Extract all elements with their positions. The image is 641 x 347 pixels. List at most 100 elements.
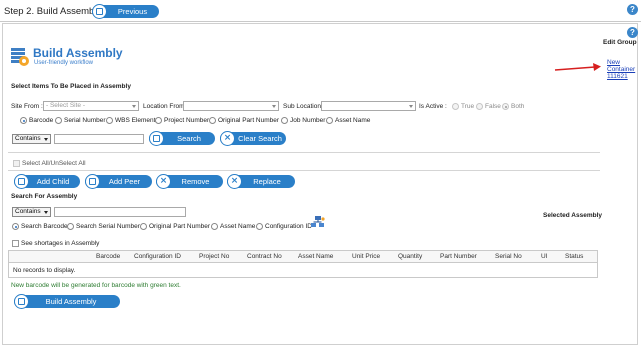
assembly-match-mode-select[interactable]: Contains — [12, 207, 51, 217]
search-button[interactable]: Search — [149, 131, 215, 146]
column-header-contract-no[interactable]: Contract No — [247, 253, 282, 260]
shortages-label: See shortages in Assembly — [21, 240, 100, 247]
site-from-select[interactable]: - Select Site - — [43, 101, 139, 111]
search-button-label: Search — [177, 134, 201, 143]
shortages-checkbox[interactable] — [12, 240, 19, 247]
save-icon — [14, 174, 29, 189]
original-part-number-radio[interactable] — [209, 117, 216, 124]
edit-group-label: Edit Group — [603, 39, 637, 46]
assembly-search-input[interactable] — [54, 207, 186, 217]
close-icon: × — [227, 174, 242, 189]
assembly-original-part-number-radio-label: Original Part Number — [149, 223, 211, 230]
location-from-select[interactable] — [183, 101, 279, 111]
project-number-radio-label: Project Number — [164, 117, 210, 124]
column-header-ui[interactable]: UI — [541, 253, 548, 260]
build-assembly-button[interactable]: Build Assembly — [14, 294, 120, 309]
column-header-unit-price[interactable]: Unit Price — [352, 253, 380, 260]
new-container-link-line-1: New — [607, 59, 621, 66]
column-header-barcode[interactable]: Barcode — [96, 253, 120, 260]
logo-subtitle: User-friendly workflow — [34, 60, 94, 66]
search-serial-number-radio[interactable] — [67, 223, 74, 230]
serial-number-radio-label: Serial Number — [64, 117, 106, 124]
remove-button-label: Remove — [181, 177, 210, 186]
sub-location-select[interactable] — [321, 101, 416, 111]
is-active-false-label: False — [485, 103, 501, 110]
assembly-logo — [9, 45, 31, 67]
replace-button[interactable]: × Replace — [227, 174, 295, 189]
is-active-label: Is Active : — [419, 103, 447, 110]
edit-group-help-icon[interactable]: ? — [627, 27, 638, 38]
search-serial-number-radio-label: Search Serial Number — [76, 223, 140, 230]
clear-search-button-label: Clear Search — [238, 134, 282, 143]
save-icon — [85, 174, 100, 189]
column-header-project-no[interactable]: Project No — [199, 253, 229, 260]
job-number-radio[interactable] — [281, 117, 288, 124]
close-icon: × — [220, 131, 235, 146]
pointer-arrow — [553, 61, 603, 73]
save-icon — [92, 4, 107, 19]
wbs-element-radio[interactable] — [106, 117, 113, 124]
step-title: Step 2. Build Assembly — [4, 6, 102, 17]
is-active-true-label: True — [461, 103, 475, 110]
empty-table-message: No records to display. — [13, 267, 76, 274]
location-from-label: Location From — [143, 103, 185, 110]
column-header-serial-no[interactable]: Serial No — [495, 253, 522, 260]
assembly-original-part-number-radio[interactable] — [140, 223, 147, 230]
column-header-status[interactable]: Status — [565, 253, 583, 260]
is-active-both-label: Both — [511, 103, 525, 110]
divider — [8, 170, 600, 171]
assembly-asset-name-radio[interactable] — [211, 223, 218, 230]
search-assembly-heading: Search For Assembly — [11, 193, 78, 200]
hierarchy-icon[interactable] — [311, 216, 325, 228]
selected-assembly-label: Selected Assembly — [543, 212, 603, 219]
job-number-radio-label: Job Number — [290, 117, 326, 124]
column-header-configuration-id[interactable]: Configuration ID — [134, 253, 181, 260]
new-container-link[interactable]: New Container 111621 — [607, 59, 635, 80]
logo-title: Build Assembly — [33, 46, 123, 60]
search-barcode-radio-label: Search Barcode — [21, 223, 68, 230]
remove-button[interactable]: × Remove — [156, 174, 223, 189]
assembly-table-header: Barcode Configuration ID Project No Cont… — [8, 250, 598, 263]
save-icon — [14, 294, 29, 309]
match-mode-select[interactable]: Contains — [12, 134, 51, 144]
add-child-button-label: Add Child — [36, 177, 70, 186]
asset-name-radio-label: Asset Name — [335, 117, 371, 124]
asset-name-radio[interactable] — [326, 117, 333, 124]
assembly-asset-name-radio-label: Asset Name — [220, 223, 256, 230]
assembly-table-body: No records to display. — [8, 263, 598, 278]
is-active-both-radio[interactable] — [502, 103, 509, 110]
new-container-link-line-3: 111621 — [607, 73, 628, 80]
close-icon: × — [156, 174, 171, 189]
previous-button-label: Previous — [117, 7, 148, 16]
build-assembly-button-label: Build Assembly — [45, 297, 97, 306]
help-icon[interactable]: ? — [627, 4, 638, 15]
serial-number-radio[interactable] — [55, 117, 62, 124]
previous-button[interactable]: Previous — [92, 4, 159, 19]
divider — [8, 152, 600, 153]
project-number-radio[interactable] — [155, 117, 162, 124]
barcode-radio[interactable] — [20, 117, 27, 124]
clear-search-button[interactable]: × Clear Search — [220, 131, 286, 146]
add-child-button[interactable]: Add Child — [14, 174, 80, 189]
new-container-link-line-2: Container — [607, 66, 636, 73]
is-active-true-radio[interactable] — [452, 103, 459, 110]
column-header-quantity[interactable]: Quantity — [398, 253, 422, 260]
sub-location-label: Sub Location — [283, 103, 321, 110]
search-barcode-radio[interactable] — [12, 223, 19, 230]
select-all-checkbox[interactable] — [13, 160, 20, 167]
select-items-heading: Select Items To Be Placed in Assembly — [11, 83, 131, 90]
replace-button-label: Replace — [253, 177, 281, 186]
column-header-asset-name[interactable]: Asset Name — [298, 253, 333, 260]
wbs-element-radio-label: WBS Element — [115, 117, 156, 124]
configuration-id-radio[interactable] — [256, 223, 263, 230]
item-search-input[interactable] — [54, 134, 144, 144]
add-peer-button[interactable]: Add Peer — [85, 174, 152, 189]
green-barcode-note: New barcode will be generated for barcod… — [11, 282, 181, 289]
configuration-id-radio-label: Configuration ID — [265, 223, 312, 230]
select-all-label: Select All/UnSelect All — [22, 160, 86, 167]
save-icon — [149, 131, 164, 146]
barcode-radio-label: Barcode — [29, 117, 54, 124]
is-active-false-radio[interactable] — [476, 103, 483, 110]
add-peer-button-label: Add Peer — [108, 177, 141, 186]
column-header-part-number[interactable]: Part Number — [440, 253, 477, 260]
